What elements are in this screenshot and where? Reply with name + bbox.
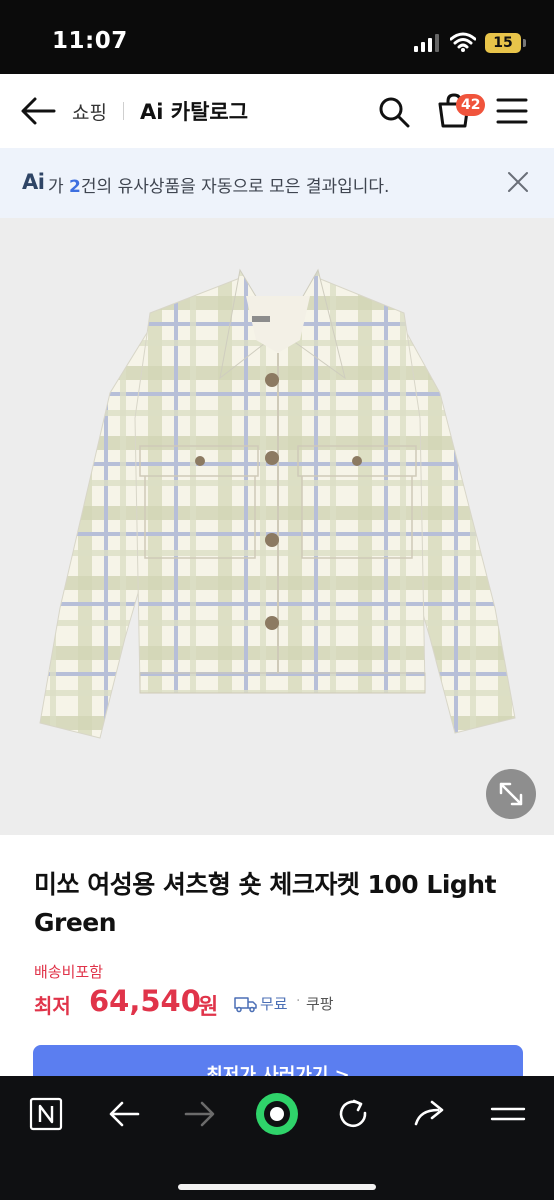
search-icon[interactable]: [376, 94, 412, 130]
price-unit: 원: [198, 995, 219, 1020]
product-title: 미쏘 여성용 셔츠형 숏 체크자켓 100 Light Green: [34, 870, 497, 937]
signal-icon: [414, 34, 439, 52]
shop-link[interactable]: 쇼핑: [72, 98, 107, 125]
menu-icon[interactable]: [488, 1096, 528, 1132]
naver-n-icon[interactable]: [28, 1096, 68, 1132]
product-image[interactable]: [0, 218, 554, 835]
price-value: 64,540: [89, 984, 201, 1018]
delivery-fee: 무료: [260, 995, 288, 1013]
arrow-left-icon[interactable]: [18, 94, 58, 128]
share-icon[interactable]: [410, 1096, 450, 1132]
browser-toolbar: [0, 1076, 554, 1200]
nav-divider: [123, 102, 124, 120]
battery-icon: 15: [485, 33, 521, 53]
close-icon[interactable]: [506, 170, 530, 194]
cart-count-badge: 42: [456, 94, 486, 116]
expand-image-button[interactable]: [486, 769, 536, 819]
truck-icon: [234, 997, 257, 1013]
ai-text-prefix: 가: [48, 177, 70, 197]
wifi-icon: [450, 32, 476, 52]
plaid-jacket-illustration: [39, 268, 516, 739]
ai-count: 2: [69, 177, 81, 197]
lowest-price-label: 최저: [34, 994, 71, 1018]
ai-text-suffix: 건의 유사상품을 자동으로 모은 결과입니다.: [80, 177, 390, 197]
ai-notice-banner: Ai 가 2건의 유사상품을 자동으로 모은 결과입니다.: [0, 148, 554, 218]
back-arrow-icon[interactable]: [104, 1096, 144, 1132]
battery-tip: [523, 39, 526, 47]
refresh-icon[interactable]: [334, 1096, 374, 1132]
page-title: Ai 카탈로그: [140, 100, 249, 124]
separator-dot: ·: [296, 993, 301, 1009]
app-header: 쇼핑 Ai 카탈로그 42: [0, 74, 554, 148]
status-time: 11:07: [52, 28, 128, 54]
shipping-included-label: 배송비포함: [34, 963, 104, 981]
hamburger-menu-icon[interactable]: [496, 96, 528, 126]
ai-logo: Ai: [22, 170, 45, 194]
expand-icon: [499, 782, 523, 806]
forward-arrow-icon[interactable]: [180, 1096, 220, 1132]
status-bar: 11:07 15: [0, 0, 554, 74]
ai-notice-text: 가 2건의 유사상품을 자동으로 모은 결과입니다.: [48, 172, 389, 197]
seller-name[interactable]: 쿠팡: [306, 993, 334, 1014]
home-indicator: [178, 1184, 376, 1190]
green-dot-icon[interactable]: [253, 1090, 301, 1138]
